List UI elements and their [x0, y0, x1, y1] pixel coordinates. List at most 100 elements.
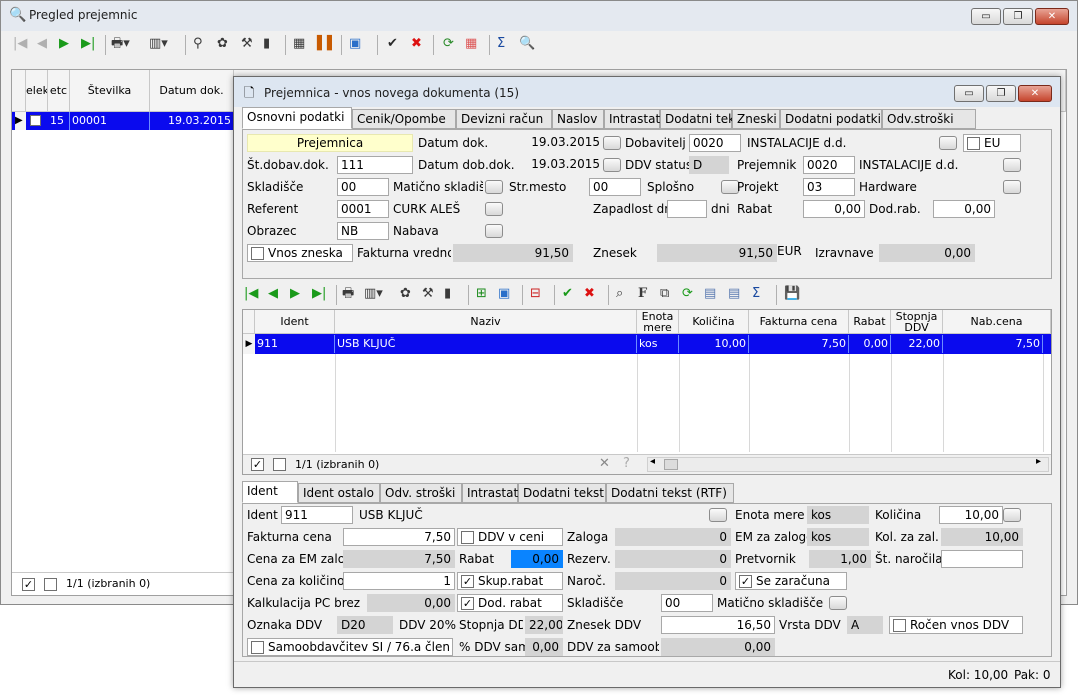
items-copy-icon[interactable]: ⧉	[660, 285, 669, 303]
d-kolicina-button[interactable]	[1003, 508, 1021, 522]
inner-minimize-button[interactable]: ▭	[954, 85, 984, 102]
items-prev-icon[interactable]: ◀	[268, 285, 278, 303]
tab-odv-stro-ki[interactable]: Odv.stroški	[882, 109, 976, 129]
outer-grid-row[interactable]: ▶ 15 00001 19.03.2015	[12, 112, 234, 130]
maximize-button[interactable]: ❐	[1003, 8, 1033, 25]
items-confirm-icon[interactable]: ✔	[562, 285, 573, 303]
detail-tab-dodatni-tekst-rtf-[interactable]: Dodatni tekst (RTF)	[606, 483, 734, 503]
d-znesek-ddv-field[interactable]: 16,50	[661, 616, 775, 634]
d-rabat-field[interactable]: 0,00	[511, 550, 563, 568]
projekt-field[interactable]: 03	[803, 178, 855, 196]
last-record-icon[interactable]: ▶|	[81, 35, 95, 53]
scroll-left-icon[interactable]: ◂	[650, 456, 655, 467]
scroll-right-icon[interactable]: ▸	[1036, 456, 1041, 467]
rabat-field[interactable]: 0,00	[803, 200, 865, 218]
detail-tab-odv-stro-ki[interactable]: Odv. stroški	[380, 483, 462, 503]
items-add-icon[interactable]: ⊞	[476, 285, 487, 303]
items-header-stopnja-ddv[interactable]: Stopnja DDV	[891, 310, 943, 334]
d-cena-kol-field[interactable]: 1	[343, 572, 455, 590]
outer-grid-header-etc[interactable]: etc	[48, 70, 70, 112]
items-print-icon[interactable]: 🖶	[342, 285, 354, 303]
items-help-icon[interactable]: ?	[623, 456, 630, 471]
tab-cenik-opombe[interactable]: Cenik/Opombe	[352, 109, 456, 129]
palette-icon[interactable]: ✿	[217, 35, 228, 53]
items-columns-icon[interactable]: ▥▾	[364, 285, 383, 303]
items-list2-icon[interactable]: ▤	[728, 285, 740, 303]
first-record-icon[interactable]: |◀	[13, 35, 27, 53]
items-header-fakturna-cena[interactable]: Fakturna cena	[749, 310, 849, 334]
confirm-icon[interactable]: ✔	[387, 35, 398, 53]
items-list-icon[interactable]: ▤	[704, 285, 716, 303]
inner-maximize-button[interactable]: ❐	[986, 85, 1016, 102]
d-fakturna-cena-field[interactable]: 7,50	[343, 528, 455, 546]
datum-dob-field[interactable]: 19.03.2015	[517, 156, 603, 174]
footer-uncheck-all[interactable]	[44, 578, 57, 591]
items-header-naziv[interactable]: Naziv	[335, 310, 637, 334]
outer-grid-header-datum[interactable]: Datum dok.	[150, 70, 234, 112]
vnos-zneska-checkbox[interactable]	[251, 247, 264, 260]
d-ident-lookup-button[interactable]	[709, 508, 727, 522]
d-dod-rabat-checkbox[interactable]: ✓	[461, 597, 474, 610]
detail-tab-ident[interactable]: Ident	[242, 481, 298, 503]
dobavitelj-code-field[interactable]: 0020	[689, 134, 741, 152]
d-maticno-lookup-button[interactable]	[829, 596, 847, 610]
items-image-icon[interactable]: ▣	[498, 285, 510, 303]
prejemnik-code-field[interactable]: 0020	[803, 156, 855, 174]
items-header-rabat[interactable]: Rabat	[849, 310, 891, 334]
items-first-icon[interactable]: |◀	[244, 285, 258, 303]
next-record-icon[interactable]: ▶	[59, 35, 69, 53]
outer-grid-header-elek[interactable]: elek	[26, 70, 48, 112]
items-footer-uncheck-all[interactable]	[273, 458, 286, 471]
tab-zneski[interactable]: Zneski	[732, 109, 780, 129]
dobavitelj-lookup-button[interactable]	[939, 136, 957, 150]
d-ident-field[interactable]: 911	[281, 506, 353, 524]
items-next-icon[interactable]: ▶	[290, 285, 300, 303]
items-archive-icon[interactable]: ▮	[444, 285, 451, 303]
projekt-lookup-button[interactable]	[1003, 180, 1021, 194]
sum-icon[interactable]: Σ	[497, 35, 505, 53]
items-header-koli-ina[interactable]: Količina	[679, 310, 749, 334]
tab-dodatni-podatki[interactable]: Dodatni podatki	[780, 109, 882, 129]
minimize-button[interactable]: ▭	[971, 8, 1001, 25]
footer-check-all[interactable]: ✓	[22, 578, 35, 591]
scroll-thumb[interactable]	[664, 459, 678, 470]
datum-dok-picker[interactable]	[603, 136, 621, 150]
cancel-icon[interactable]: ✖	[411, 35, 422, 53]
referent-lookup-button[interactable]	[485, 202, 503, 216]
items-last-icon[interactable]: ▶|	[312, 285, 326, 303]
tools-icon[interactable]: ⚒	[241, 35, 253, 53]
outer-row-checkbox[interactable]	[30, 115, 41, 126]
items-refresh-icon[interactable]: ⟳	[682, 285, 693, 303]
d-samoobd-checkbox[interactable]	[251, 641, 264, 654]
detail-tab-dodatni-tekst[interactable]: Dodatni tekst	[518, 483, 606, 503]
columns-icon[interactable]: ▥▾	[149, 35, 168, 53]
image-icon[interactable]: ▣	[349, 35, 361, 53]
str-mesto-field[interactable]: 00	[589, 178, 641, 196]
items-sum-icon[interactable]: Σ	[752, 285, 760, 303]
eu-checkbox[interactable]	[967, 137, 980, 150]
items-footer-check-all[interactable]: ✓	[251, 458, 264, 471]
items-cancel-icon[interactable]: ✖	[584, 285, 595, 303]
search-icon[interactable]: 🔍	[519, 35, 535, 53]
chart-icon[interactable]: ▌▌	[317, 35, 337, 53]
inner-close-button[interactable]: ✕	[1018, 85, 1052, 102]
items-save-icon[interactable]: 💾	[784, 285, 800, 303]
doc-type-field[interactable]: Prejemnica	[247, 134, 413, 152]
zapadlost-field[interactable]	[667, 200, 707, 218]
datum-dok-field[interactable]: 19.03.2015	[517, 134, 603, 152]
d-se-zaracuna-checkbox[interactable]: ✓	[739, 575, 752, 588]
print-icon[interactable]: 🖶▾	[111, 35, 130, 53]
detail-tab-ident-ostalo[interactable]: Ident ostalo	[298, 483, 380, 503]
prev-record-icon[interactable]: ◀	[37, 35, 47, 53]
detail-tab-intrastat[interactable]: Intrastat	[462, 483, 518, 503]
items-tools-icon[interactable]: ⚒	[422, 285, 434, 303]
tab-devizni-ra-un[interactable]: Devizni račun	[456, 109, 552, 129]
maticno-lookup-button[interactable]	[485, 180, 503, 194]
refresh-icon[interactable]: ⟳	[443, 35, 454, 53]
items-header-nab-cena[interactable]: Nab.cena	[943, 310, 1051, 334]
items-header-enota-mere[interactable]: Enota mere	[637, 310, 679, 334]
outer-grid-header-stevilka[interactable]: Številka	[70, 70, 150, 112]
datum-dob-picker[interactable]	[603, 158, 621, 172]
dod-rab-field[interactable]: 0,00	[933, 200, 995, 218]
items-font-icon[interactable]: F	[638, 285, 647, 303]
